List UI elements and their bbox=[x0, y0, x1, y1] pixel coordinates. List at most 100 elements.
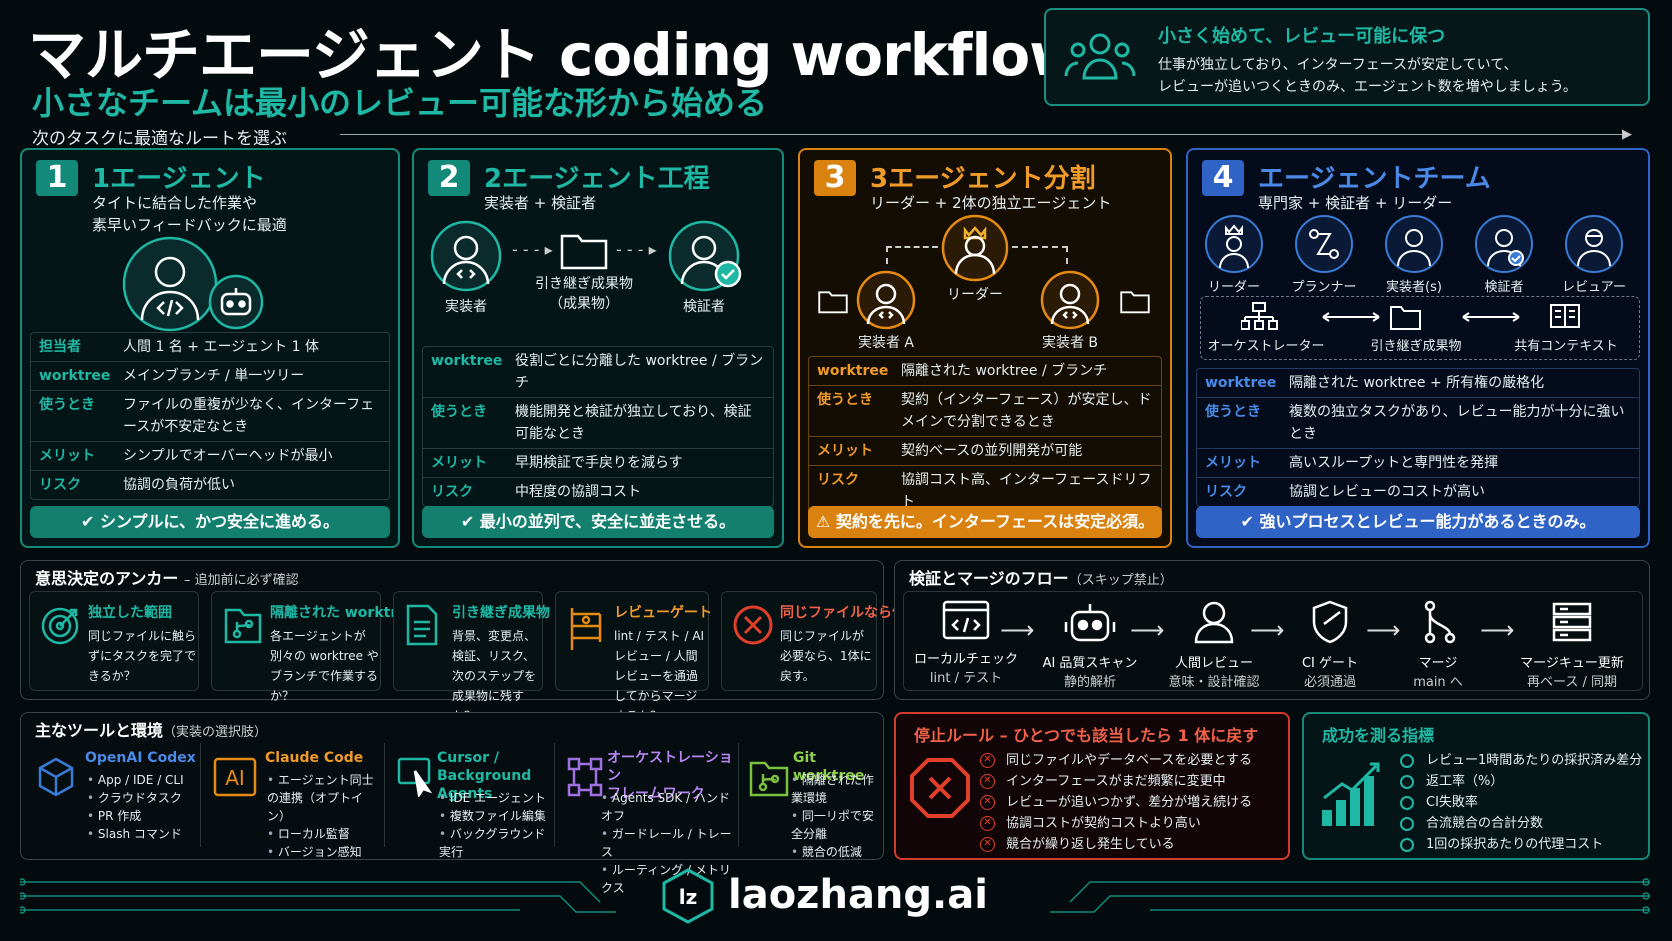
row-key: リスク bbox=[39, 477, 81, 493]
circuit-decoration-left bbox=[18, 874, 620, 928]
step-sublabel: 必須通過 bbox=[1303, 675, 1356, 690]
step-sublabel: lint / テスト bbox=[929, 671, 1003, 686]
anchor-item: 同じファイルなら停止 同じファイルが必要なら、1体に戻す。 bbox=[721, 591, 920, 691]
flow-step: CI ゲート 必須通過 bbox=[1268, 600, 1392, 690]
arrow-icon: - - - ▸ bbox=[512, 240, 553, 259]
step-sublabel: 意味・設計確認 bbox=[1168, 675, 1260, 690]
row-value: 隔離された worktree / ブランチ bbox=[901, 363, 1108, 379]
callout-line: レビューが追いつくときのみ、エージェント数を増やしましょう。 bbox=[1158, 79, 1577, 95]
bidirectional-arrow bbox=[1462, 312, 1520, 322]
role-label: プランナー bbox=[1291, 280, 1357, 295]
card-4-agent: 4 エージェントチーム 専門家 + 検証者 + リーダー リーダー プランナー … bbox=[1186, 148, 1650, 548]
implementer-a-label: 実装者 A bbox=[857, 335, 915, 351]
brand-logo-text: lz bbox=[679, 885, 698, 909]
anchor-title: 独立した範囲 bbox=[88, 605, 172, 621]
circle-bullet-icon bbox=[1400, 754, 1414, 768]
shared-infra: オーケストレーター 引き継ぎ成果物 共有コンテキスト bbox=[1200, 296, 1640, 360]
flow-step: マージ main へ bbox=[1376, 600, 1500, 690]
shared-context-icon bbox=[1550, 304, 1580, 328]
tool-bullet: App / IDE / CLI bbox=[87, 771, 184, 789]
stop-rule-text: 協調コストが契約コストより高い bbox=[1006, 816, 1201, 831]
banner-text: 最小の並列で、安全に並走させる。 bbox=[479, 512, 736, 531]
implementer-a-icon bbox=[856, 270, 916, 334]
verifier-icon bbox=[668, 220, 744, 296]
row-value: メインブランチ / 単一ツリー bbox=[123, 368, 305, 384]
tool-bullet: Slash コマンド bbox=[87, 825, 184, 843]
card-title: 2エージェント工程 bbox=[484, 164, 710, 194]
metric-text: CI失敗率 bbox=[1426, 795, 1478, 810]
step-sublabel: 静的解析 bbox=[1063, 675, 1116, 690]
row-value: シンプルでオーバーヘッドが最小 bbox=[123, 448, 333, 464]
tool-bullet: バージョン感知 bbox=[267, 843, 379, 861]
flow-steps: ローカルチェック lint / テスト ⟶ AI 品質スキャン 静的解析 ⟶ 人… bbox=[903, 591, 1643, 691]
row-value: 隔離された worktree + 所有権の厳格化 bbox=[1289, 375, 1545, 391]
tool-bullets: IDE エージェント 複数ファイル編集 バックグラウンド実行 bbox=[439, 789, 554, 861]
step-label: マージ bbox=[1418, 656, 1458, 671]
brand-name: laozhang.ai bbox=[728, 872, 988, 918]
step-label: CI ゲート bbox=[1301, 656, 1359, 671]
handoff-label: 引き継ぎ成果物 bbox=[1370, 339, 1462, 354]
queue-icon bbox=[1552, 602, 1592, 642]
circle-bullet-icon bbox=[1400, 796, 1414, 810]
reviewer-role-icon bbox=[1565, 215, 1623, 273]
tool-bullet: バックグラウンド実行 bbox=[439, 825, 554, 861]
tool-bullet: 隔離された作業環境 bbox=[791, 771, 879, 807]
card-banner: ⚠ 契約を先に。インターフェースは安定必須。 bbox=[808, 506, 1162, 538]
card-subtitle: 実装者 + 検証者 bbox=[484, 194, 597, 212]
anchor-title: レビューゲート bbox=[614, 605, 712, 621]
handoff-line: 引き継ぎ成果物 bbox=[535, 276, 633, 292]
row-value: 協調の負荷が低い bbox=[123, 477, 235, 493]
stop-rules: 停止ルール – ひとつでも該当したら 1 体に戻す ✕ 同じファイルやデータベース… bbox=[894, 712, 1290, 860]
row-key: リスク bbox=[1205, 484, 1247, 500]
row-key: メリット bbox=[39, 448, 95, 464]
card-banner: ✔ シンプルに、かつ安全に進める。 bbox=[30, 506, 390, 538]
tool-bullet: ガードレール / トレース bbox=[601, 825, 738, 861]
handoff-line: （成果物） bbox=[549, 296, 619, 312]
person-icon bbox=[1194, 601, 1234, 644]
anchors-title: 意思決定のアンカー bbox=[35, 569, 179, 588]
stop-x-icon bbox=[732, 604, 774, 650]
tool-item: オーケストレーションフレームワーク Agents SDK / ハンドオフ ガード… bbox=[561, 743, 739, 895]
x-circle-icon: ✕ bbox=[980, 795, 995, 810]
table-row: worktree 隔離された worktree / ブランチ bbox=[809, 357, 1161, 386]
section-title: 主なツールと環境（実装の選択肢） bbox=[35, 717, 267, 741]
row-key: 使うとき bbox=[431, 404, 487, 420]
row-key: worktree bbox=[817, 363, 889, 379]
tool-title: OpenAI Codex bbox=[85, 750, 196, 766]
implementers-role-icon bbox=[1385, 215, 1443, 273]
stop-rule-text: 同じファイルやデータベースを必要とする bbox=[1006, 753, 1252, 768]
row-value: 複数の独立タスクがあり、レビュー能力が十分に強いとき bbox=[1289, 404, 1625, 442]
flow-note: （スキップ禁止） bbox=[1068, 573, 1173, 588]
anchors-note: – 追加前に必ず確認 bbox=[183, 573, 299, 588]
card-number: 4 bbox=[1202, 160, 1244, 196]
bidirectional-arrow bbox=[1322, 312, 1380, 322]
card-3-agent: 3 3エージェント分割 リーダー + 2体の独立エージェント リーダー 実装者 … bbox=[798, 148, 1172, 548]
callout-box: 小さく始めて、レビュー可能に保つ 仕事が独立しており、インターフェースが安定して… bbox=[1044, 8, 1650, 106]
folder-icon bbox=[1120, 288, 1150, 318]
orchestrator-icon bbox=[1241, 302, 1278, 330]
handoff-folder-icon bbox=[1390, 306, 1421, 330]
stop-octagon-icon bbox=[910, 758, 970, 822]
table-row: 使うとき 複数の独立タスクがあり、レビュー能力が十分に強いとき bbox=[1197, 398, 1639, 449]
page-subtitle: 小さなチームは最小のレビュー可能な形から始める bbox=[32, 84, 768, 122]
role-label: リーダー bbox=[1207, 280, 1260, 295]
metric-item: レビュー1時間あたりの採択済み差分 bbox=[1400, 750, 1642, 771]
role-label: 検証者 bbox=[1484, 280, 1524, 295]
row-value: 人間 1 名 + エージェント 1 体 bbox=[123, 339, 319, 355]
row-value: 機能開発と検証が独立しており、検証可能なとき bbox=[515, 404, 752, 442]
stop-rule-text: レビューが追いつかず、差分が増え続ける bbox=[1006, 795, 1253, 810]
metrics-list: レビュー1時間あたりの採択済み差分 返工率（%） CI失敗率 合流競合の合計分数… bbox=[1400, 750, 1642, 855]
team-icon bbox=[1064, 28, 1136, 96]
brand-logo-icon: lz bbox=[660, 868, 716, 928]
circle-bullet-icon bbox=[1400, 817, 1414, 831]
planner-role-icon bbox=[1295, 215, 1353, 273]
handoff-label: 引き継ぎ成果物 （成果物） bbox=[524, 274, 644, 314]
cursor-icon bbox=[397, 757, 433, 797]
row-key: リスク bbox=[431, 484, 473, 500]
card-2-agent: 2 2エージェント工程 実装者 + 検証者 実装者 - - - ▸ 引き継ぎ成果… bbox=[412, 148, 784, 548]
circle-bullet-icon bbox=[1400, 775, 1414, 789]
tool-item: Git worktree 隔離された作業環境 同一リポで安全分離 競合の低減 bbox=[745, 743, 879, 859]
row-value: 早期検証で手戻りを減らす bbox=[515, 455, 683, 471]
tool-item: AI Claude Code エージェント同士の連携（オプトイン） ローカル監督… bbox=[207, 743, 385, 859]
git-folder-icon bbox=[749, 761, 789, 797]
